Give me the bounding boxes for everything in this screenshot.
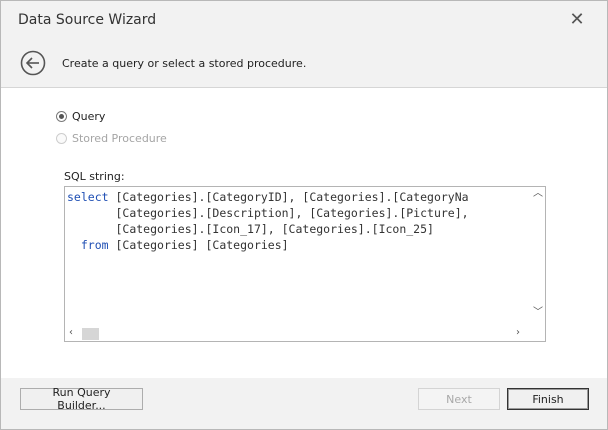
scroll-left-icon[interactable]: ‹ bbox=[69, 327, 73, 339]
sql-string-label: SQL string: bbox=[64, 170, 125, 183]
next-button: Next bbox=[418, 388, 500, 410]
back-arrow-icon[interactable] bbox=[20, 50, 46, 76]
scroll-up-icon[interactable]: ︿ bbox=[533, 188, 543, 200]
wizard-content: Query Stored Procedure SQL string: selec… bbox=[1, 88, 607, 378]
wizard-footer: Run Query Builder... Next Finish bbox=[1, 378, 607, 429]
sql-line: select [Categories].[CategoryID], [Categ… bbox=[67, 189, 529, 205]
sql-line: from [Categories] [Categories] bbox=[67, 237, 529, 253]
vertical-scrollbar[interactable]: ︿ ﹀ bbox=[530, 187, 545, 326]
sql-text: [Categories].[Description], [Categories]… bbox=[115, 206, 469, 220]
data-source-wizard-window: Data Source Wizard ✕ Create a query or s… bbox=[0, 0, 608, 430]
stored-procedure-radio bbox=[56, 132, 67, 144]
query-radio[interactable] bbox=[56, 110, 67, 122]
sql-keyword: from bbox=[80, 238, 109, 252]
query-radio-option[interactable]: Query bbox=[56, 108, 105, 124]
sql-keyword: select bbox=[67, 190, 109, 204]
title-bar: Data Source Wizard ✕ bbox=[1, 1, 607, 39]
horizontal-scrollbar[interactable]: ‹ › bbox=[65, 326, 530, 341]
wizard-step-description: Create a query or select a stored proced… bbox=[62, 57, 307, 70]
sql-line: [Categories].[Description], [Categories]… bbox=[67, 205, 529, 221]
stored-procedure-radio-option: Stored Procedure bbox=[56, 130, 167, 146]
sql-string-editor[interactable]: select [Categories].[CategoryID], [Categ… bbox=[64, 186, 546, 342]
sql-text: [Categories].[CategoryID], [Categories].… bbox=[108, 190, 469, 204]
stored-procedure-radio-label: Stored Procedure bbox=[72, 131, 167, 145]
sql-text: [Categories] [Categories] bbox=[108, 238, 289, 252]
scroll-down-icon[interactable]: ﹀ bbox=[533, 307, 543, 319]
horizontal-scroll-thumb[interactable] bbox=[82, 328, 99, 340]
sql-text: [Categories].[Icon_17], [Categories].[Ic… bbox=[115, 222, 434, 236]
close-icon[interactable]: ✕ bbox=[567, 10, 587, 30]
sql-line: [Categories].[Icon_17], [Categories].[Ic… bbox=[67, 221, 529, 237]
wizard-header: Create a query or select a stored proced… bbox=[1, 39, 607, 88]
query-radio-label[interactable]: Query bbox=[72, 110, 105, 123]
finish-button[interactable]: Finish bbox=[507, 388, 589, 410]
window-title: Data Source Wizard bbox=[18, 12, 157, 28]
scroll-right-icon[interactable]: › bbox=[516, 327, 520, 339]
run-query-builder-button[interactable]: Run Query Builder... bbox=[20, 386, 143, 412]
sql-code[interactable]: select [Categories].[CategoryID], [Categ… bbox=[67, 189, 529, 325]
